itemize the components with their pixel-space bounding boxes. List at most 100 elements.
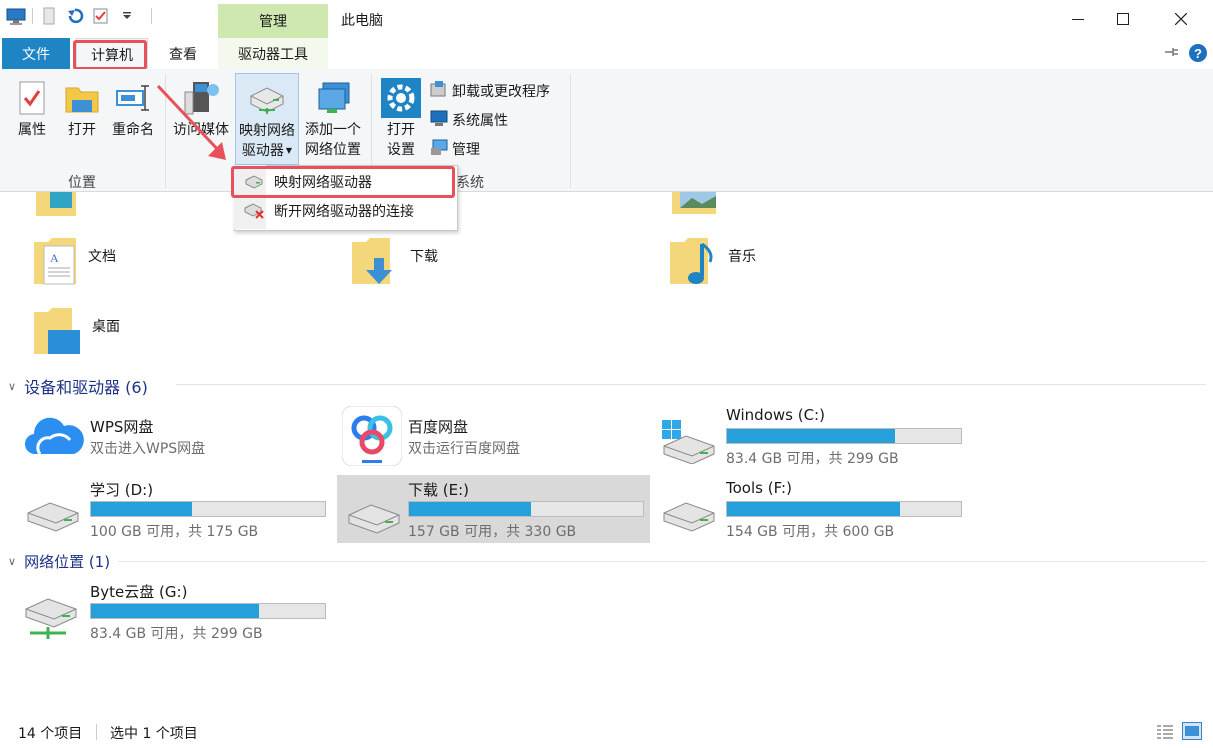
status-selected-count: 选中 1 个项目 [110, 726, 198, 742]
close-icon [1175, 13, 1187, 25]
tab-view[interactable]: 查看 [154, 38, 212, 69]
dropdown-arrow-icon: ▼ [285, 146, 293, 155]
drive-name: Byte云盘 (G:) [90, 583, 188, 601]
folder-desktop[interactable]: 桌面 [32, 306, 120, 358]
drive-name: 学习 (D:) [90, 481, 154, 499]
chevron-down-icon: ∨ [8, 379, 17, 393]
drive-usage-bar [90, 603, 326, 619]
properties-icon[interactable] [39, 6, 59, 26]
manage-label: 管理 [452, 142, 480, 158]
hard-drive-icon [27, 502, 79, 532]
windows-drive-icon [662, 420, 715, 464]
drive-usage-fill [91, 604, 260, 618]
music-folder-icon [670, 238, 713, 284]
quick-access-toolbar [6, 6, 152, 26]
system-properties-button[interactable]: 系统属性 [430, 109, 508, 131]
disconnect-drive-icon [234, 203, 274, 219]
add-location-label-line2: 网络位置 [305, 142, 361, 158]
app-subtitle: 双击运行百度网盘 [408, 441, 520, 457]
status-divider [96, 724, 97, 740]
open-settings-button[interactable]: 打开 设置 [378, 76, 424, 160]
drive-usage-bar [408, 501, 644, 517]
svg-text:?: ? [1194, 46, 1202, 61]
section-devices[interactable]: ∨ 设备和驱动器 (6) [8, 374, 148, 398]
map-drive-label-line2: 驱动器 [241, 143, 284, 159]
documents-folder-icon: A [34, 238, 76, 285]
folder-pictures[interactable] [672, 192, 720, 220]
location-group-label: 位置 [68, 175, 96, 191]
system-properties-icon [430, 109, 448, 131]
network-drive-icon [236, 77, 298, 121]
drive-space-info: 157 GB 可用，共 330 GB [408, 524, 577, 540]
maximize-button[interactable] [1100, 0, 1146, 38]
drive-usage-bar [726, 428, 962, 444]
menu-highlight-box [231, 166, 455, 198]
section-title: 设备和驱动器 (6) [24, 378, 148, 397]
drive-name: 下载 (E:) [408, 481, 470, 499]
open-label: 打开 [68, 122, 96, 138]
drive-name: Tools (F:) [726, 479, 792, 497]
section-divider [118, 561, 1206, 562]
menu-item-disconnect-drive[interactable]: 断开网络驱动器的连接 [234, 196, 456, 226]
drive-space-info: 154 GB 可用，共 600 GB [726, 524, 895, 540]
uninstall-button[interactable]: 卸载或更改程序 [430, 80, 550, 102]
computer-icon[interactable] [6, 6, 26, 26]
app-name: WPS网盘 [90, 418, 154, 436]
minimize-button[interactable] [1055, 0, 1101, 38]
window-title: 此电脑 [341, 13, 383, 29]
drive-g[interactable]: Byte云盘 (G:) 83.4 GB 可用，共 299 GB [0, 581, 330, 643]
open-button[interactable]: 打开 [60, 76, 104, 140]
manage-icon [430, 138, 448, 160]
menu-item-label: 断开网络驱动器的连接 [274, 204, 414, 220]
tab-drive-tools[interactable]: 驱动器工具 [218, 38, 328, 69]
app-wps-drive[interactable]: WPS网盘 双击进入WPS网盘 [0, 416, 330, 470]
manage-button[interactable]: 管理 [430, 138, 480, 160]
folder-downloads[interactable]: 下载 [350, 236, 438, 288]
section-title: 网络位置 (1) [24, 553, 111, 571]
drive-space-info: 83.4 GB 可用，共 299 GB [90, 626, 263, 642]
checklist-icon[interactable] [91, 6, 111, 26]
status-bar: 14 个项目 选中 1 个项目 [0, 718, 1213, 748]
drive-space-info: 83.4 GB 可用，共 299 GB [726, 451, 899, 467]
drive-usage-fill [727, 502, 901, 516]
hard-drive-icon [663, 502, 715, 532]
folder-documents[interactable]: A 文档 [32, 236, 116, 288]
drive-usage-bar [726, 501, 962, 517]
tab-file[interactable]: 文件 [2, 38, 70, 69]
large-icons-view-icon[interactable] [1182, 722, 1202, 744]
drive-c[interactable]: Windows (C:) 83.4 GB 可用，共 299 GB [636, 406, 966, 468]
pin-ribbon-icon[interactable] [1163, 44, 1179, 64]
folder-label: 下载 [410, 249, 438, 265]
help-icon[interactable]: ? [1188, 43, 1208, 67]
system-properties-label: 系统属性 [452, 113, 508, 129]
details-view-icon[interactable] [1156, 724, 1174, 744]
group-separator [570, 74, 571, 188]
drive-usage-fill [409, 502, 531, 516]
tab-highlight-box [73, 40, 147, 70]
folder-open-icon [60, 76, 104, 120]
folder-3d-objects[interactable] [36, 192, 80, 222]
undo-icon[interactable] [65, 6, 85, 26]
customize-dropdown-icon[interactable] [117, 6, 137, 26]
drive-f[interactable]: Tools (F:) 154 GB 可用，共 600 GB [636, 479, 966, 541]
downloads-folder-icon [352, 238, 392, 284]
properties-button[interactable]: 属性 [10, 76, 54, 140]
drive-e[interactable]: 下载 (E:) 157 GB 可用，共 330 GB [337, 475, 650, 543]
section-divider [176, 384, 1206, 385]
folder-label: 桌面 [92, 319, 120, 335]
close-button[interactable] [1158, 0, 1204, 38]
drive-usage-bar [90, 501, 326, 517]
map-network-drive-button[interactable]: 映射网络 驱动器 ▼ [235, 73, 299, 165]
section-network[interactable]: ∨ 网络位置 (1) [8, 551, 110, 572]
baidu-netdisk-icon [342, 406, 402, 466]
drive-d[interactable]: 学习 (D:) 100 GB 可用，共 175 GB [0, 479, 330, 541]
maximize-icon [1117, 13, 1129, 25]
drive-usage-fill [91, 502, 192, 516]
app-baidu-drive[interactable]: 百度网盘 双击运行百度网盘 [340, 406, 650, 468]
drive-usage-fill [727, 429, 896, 443]
context-group-label: 管理 [259, 14, 287, 30]
open-settings-label-line1: 打开 [387, 122, 415, 138]
folder-music[interactable]: 音乐 [668, 236, 756, 288]
add-location-label-line1: 添加一个 [305, 122, 361, 138]
add-network-location-button[interactable]: 添加一个 网络位置 [301, 76, 365, 160]
